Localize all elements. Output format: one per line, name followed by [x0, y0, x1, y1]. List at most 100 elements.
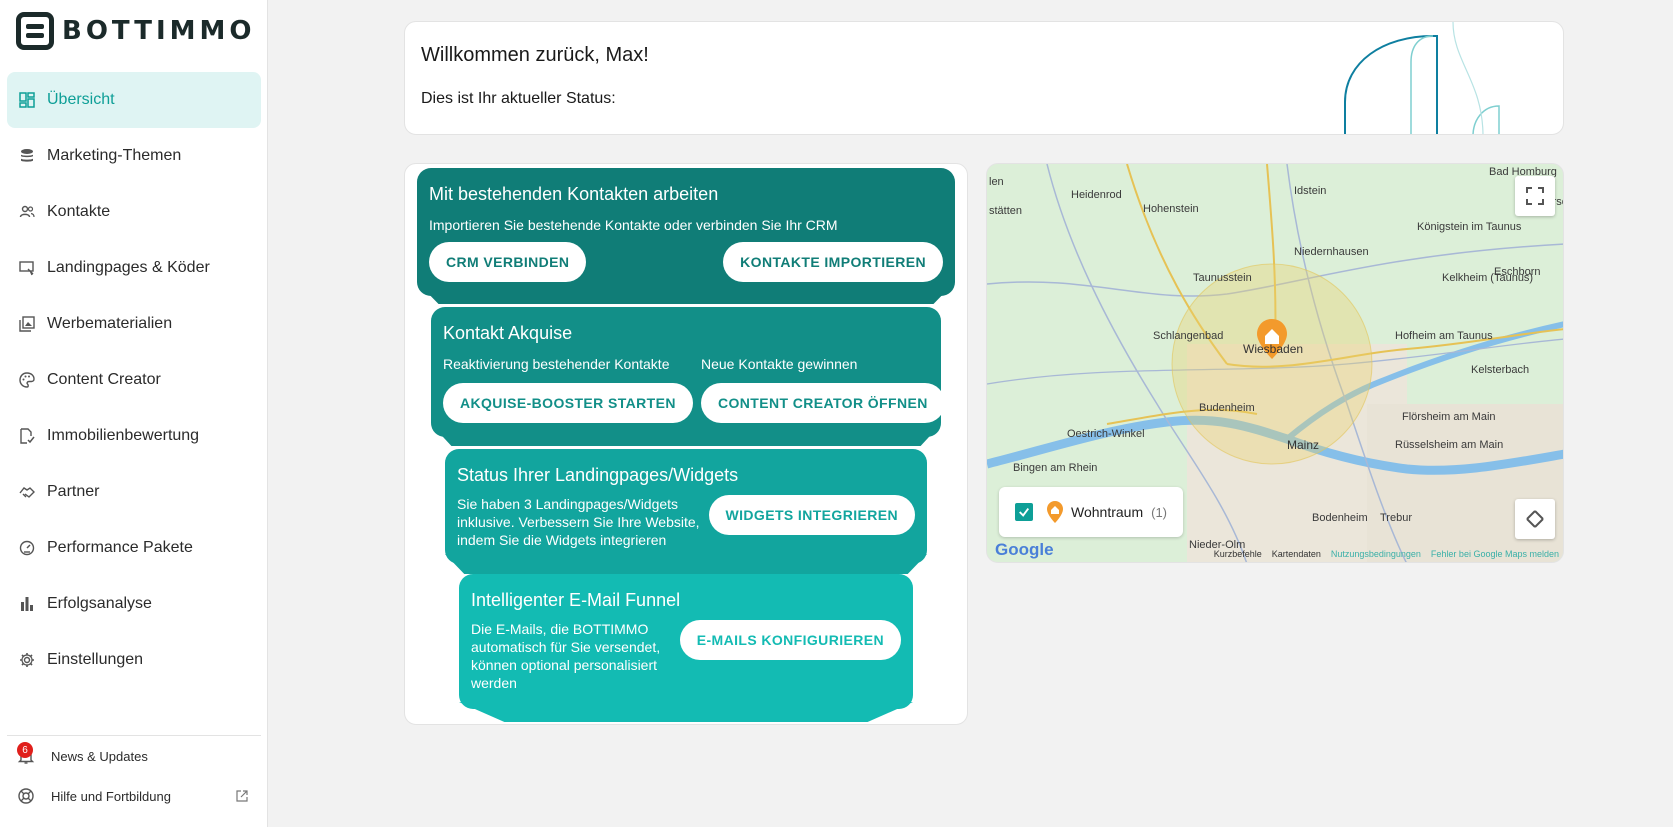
logo-mark-icon [16, 12, 54, 50]
lifebuoy-icon [17, 787, 35, 805]
map-pan-control[interactable] [1515, 499, 1555, 539]
home-pin-icon [1047, 501, 1063, 523]
funnel-stage-email: Intelligenter E-Mail Funnel Die E-Mails,… [459, 574, 913, 709]
import-contacts-button[interactable]: KONTAKTE IMPORTIEREN [723, 242, 943, 282]
sidebar-item-label: Landingpages & Köder [47, 259, 210, 276]
map-place-label: Hofheim am Taunus [1395, 330, 1493, 342]
map-place-label: stätten [989, 205, 1023, 217]
map-place-label: Eschborn [1494, 266, 1541, 278]
sidebar-item-werbematerialien[interactable]: Werbematerialien [7, 296, 261, 352]
map-place-label: Taunusstein [1193, 272, 1252, 284]
sidebar-item-label: Immobilienbewertung [47, 427, 200, 444]
funnel-card: Mit bestehenden Kontakten arbeiten Impor… [404, 163, 968, 725]
fullscreen-button[interactable] [1515, 176, 1555, 216]
palette-icon [19, 372, 35, 388]
legend-checkbox[interactable] [1015, 503, 1033, 521]
map-place-label: Schlangenbad [1153, 330, 1224, 342]
acquisition-booster-button[interactable]: AKQUISE-BOOSTER STARTEN [443, 383, 693, 423]
map-place-label: len [989, 176, 1004, 188]
sidebar-item-marketing-themen[interactable]: Marketing-Themen [7, 128, 261, 184]
welcome-title: Willkommen zurück, Max! [421, 44, 649, 66]
stage-text: Die E-Mails, die BOTTIMMO automatisch fü… [471, 621, 661, 691]
map-data-link[interactable]: Kartendaten [1272, 549, 1321, 559]
gear-icon [19, 652, 35, 668]
stage-title: Status Ihrer Landingpages/Widgets [457, 465, 739, 485]
crm-connect-button[interactable]: CRM VERBINDEN [429, 242, 587, 282]
map-place-label: Rüsselsheim am Main [1395, 439, 1504, 451]
news-updates-label: News & Updates [51, 748, 148, 764]
map-place-label: Bodenheim [1312, 512, 1368, 524]
sidebar-item-label: Werbematerialien [47, 315, 173, 332]
sidebar-item-performance-pakete[interactable]: Performance Pakete [7, 520, 261, 576]
sidebar-item-immobilienbewertung[interactable]: Immobilienbewertung [7, 408, 261, 464]
fullscreen-icon [1526, 187, 1544, 205]
stage-title: Intelligenter E-Mail Funnel [471, 590, 681, 610]
keyboard-shortcuts-link[interactable]: Kurzbefehle [1214, 549, 1262, 559]
bar-chart-icon [19, 596, 35, 612]
sidebar-item-label: Übersicht [47, 91, 115, 108]
handshake-icon [19, 484, 35, 500]
map-place-label: Niedernhausen [1294, 246, 1369, 258]
sidebar-item-label: Marketing-Themen [47, 147, 182, 164]
move-arrows-icon [1526, 510, 1544, 528]
help-training-link[interactable]: Hilfe und Fortbildung [7, 776, 261, 816]
map-place-label: Wiesbaden [1243, 342, 1304, 356]
map-legend[interactable]: Wohntraum (1) [999, 487, 1183, 537]
legend-count: (1) [1151, 504, 1167, 520]
notification-badge: 6 [17, 742, 33, 758]
stage-title: Mit bestehenden Kontakten arbeiten [429, 184, 719, 204]
sidebar-bottom: 6 News & Updates Hilfe und Fortbildung [7, 735, 261, 816]
news-updates-link[interactable]: 6 News & Updates [7, 736, 261, 776]
logo[interactable]: BOTTIMMO [16, 12, 256, 50]
funnel-stage-acquisition: Kontakt Akquise Reaktivierung bestehende… [431, 307, 945, 437]
sidebar-item-erfolgsanalyse[interactable]: Erfolgsanalyse [7, 576, 261, 632]
database-icon [19, 148, 35, 164]
terms-link[interactable]: Nutzungsbedingungen [1331, 549, 1421, 559]
sidebar: BOTTIMMO Übersicht Marketing-Themen Kont… [0, 0, 268, 827]
map-place-label: Budenheim [1199, 402, 1255, 414]
funnel-stage-existing-contacts: Mit bestehenden Kontakten arbeiten Impor… [417, 168, 955, 296]
map-place-label: Flörsheim am Main [1402, 411, 1496, 423]
map-place-label: Bingen am Rhein [1013, 462, 1098, 474]
map-place-label: Mainz [1287, 438, 1320, 452]
sidebar-item-label: Content Creator [47, 371, 161, 388]
external-link-icon [235, 789, 249, 803]
stage-text-right: Neue Kontakte gewinnen [701, 356, 858, 372]
help-training-label: Hilfe und Fortbildung [51, 788, 171, 804]
map-place-label: Königstein im Taunus [1417, 221, 1522, 233]
map-footer: Kurzbefehle Kartendaten Nutzungsbedingun… [987, 546, 1563, 562]
welcome-card: Willkommen zurück, Max! Dies ist Ihr akt… [404, 21, 1564, 135]
stage-text-left: Reaktivierung bestehender Kontakte [443, 356, 670, 372]
people-icon [19, 204, 35, 220]
landingpage-icon [19, 260, 35, 276]
image-gallery-icon [19, 316, 35, 332]
stage-text: Importieren Sie bestehende Kontakte oder… [429, 217, 838, 233]
sidebar-item-label: Performance Pakete [47, 539, 193, 556]
integrate-widgets-button[interactable]: WIDGETS INTEGRIEREN [708, 495, 915, 535]
map-place-label: Heidenrod [1071, 189, 1122, 201]
sidebar-item-label: Kontakte [47, 203, 111, 220]
funnel-stage-landingpages: Status Ihrer Landingpages/Widgets Sie ha… [445, 449, 927, 564]
sidebar-item-einstellungen[interactable]: Einstellungen [7, 632, 261, 688]
stage-title: Kontakt Akquise [443, 323, 573, 343]
sidebar-item-kontakte[interactable]: Kontakte [7, 184, 261, 240]
legend-label: Wohntraum [1071, 504, 1144, 520]
map-place-label: Trebur [1380, 512, 1412, 524]
map-place-label: Oestrich-Winkel [1067, 428, 1145, 440]
checkmark-icon [1019, 508, 1030, 517]
logo-text: BOTTIMMO [62, 16, 256, 46]
stage-text: Sie haben 3 Landingpages/Widgets inklusi… [457, 496, 700, 548]
sidebar-item-landingpages[interactable]: Landingpages & Köder [7, 240, 261, 296]
sidebar-item-label: Erfolgsanalyse [47, 595, 152, 612]
map[interactable]: len Heidenrod stätten Idstein Hohenstein… [986, 163, 1564, 563]
sidebar-item-uebersicht[interactable]: Übersicht [7, 72, 261, 128]
sidebar-item-label: Partner [47, 483, 100, 500]
sidebar-item-partner[interactable]: Partner [7, 464, 261, 520]
open-content-creator-button[interactable]: CONTENT CREATOR ÖFFNEN [701, 383, 945, 423]
configure-emails-button[interactable]: E-MAILS KONFIGURIEREN [679, 620, 901, 660]
sidebar-nav: Übersicht Marketing-Themen Kontakte Land… [7, 72, 261, 688]
sidebar-item-content-creator[interactable]: Content Creator [7, 352, 261, 408]
speedometer-icon [19, 540, 35, 556]
report-error-link[interactable]: Fehler bei Google Maps melden [1431, 549, 1559, 559]
map-place-label: Hohenstein [1143, 203, 1199, 215]
